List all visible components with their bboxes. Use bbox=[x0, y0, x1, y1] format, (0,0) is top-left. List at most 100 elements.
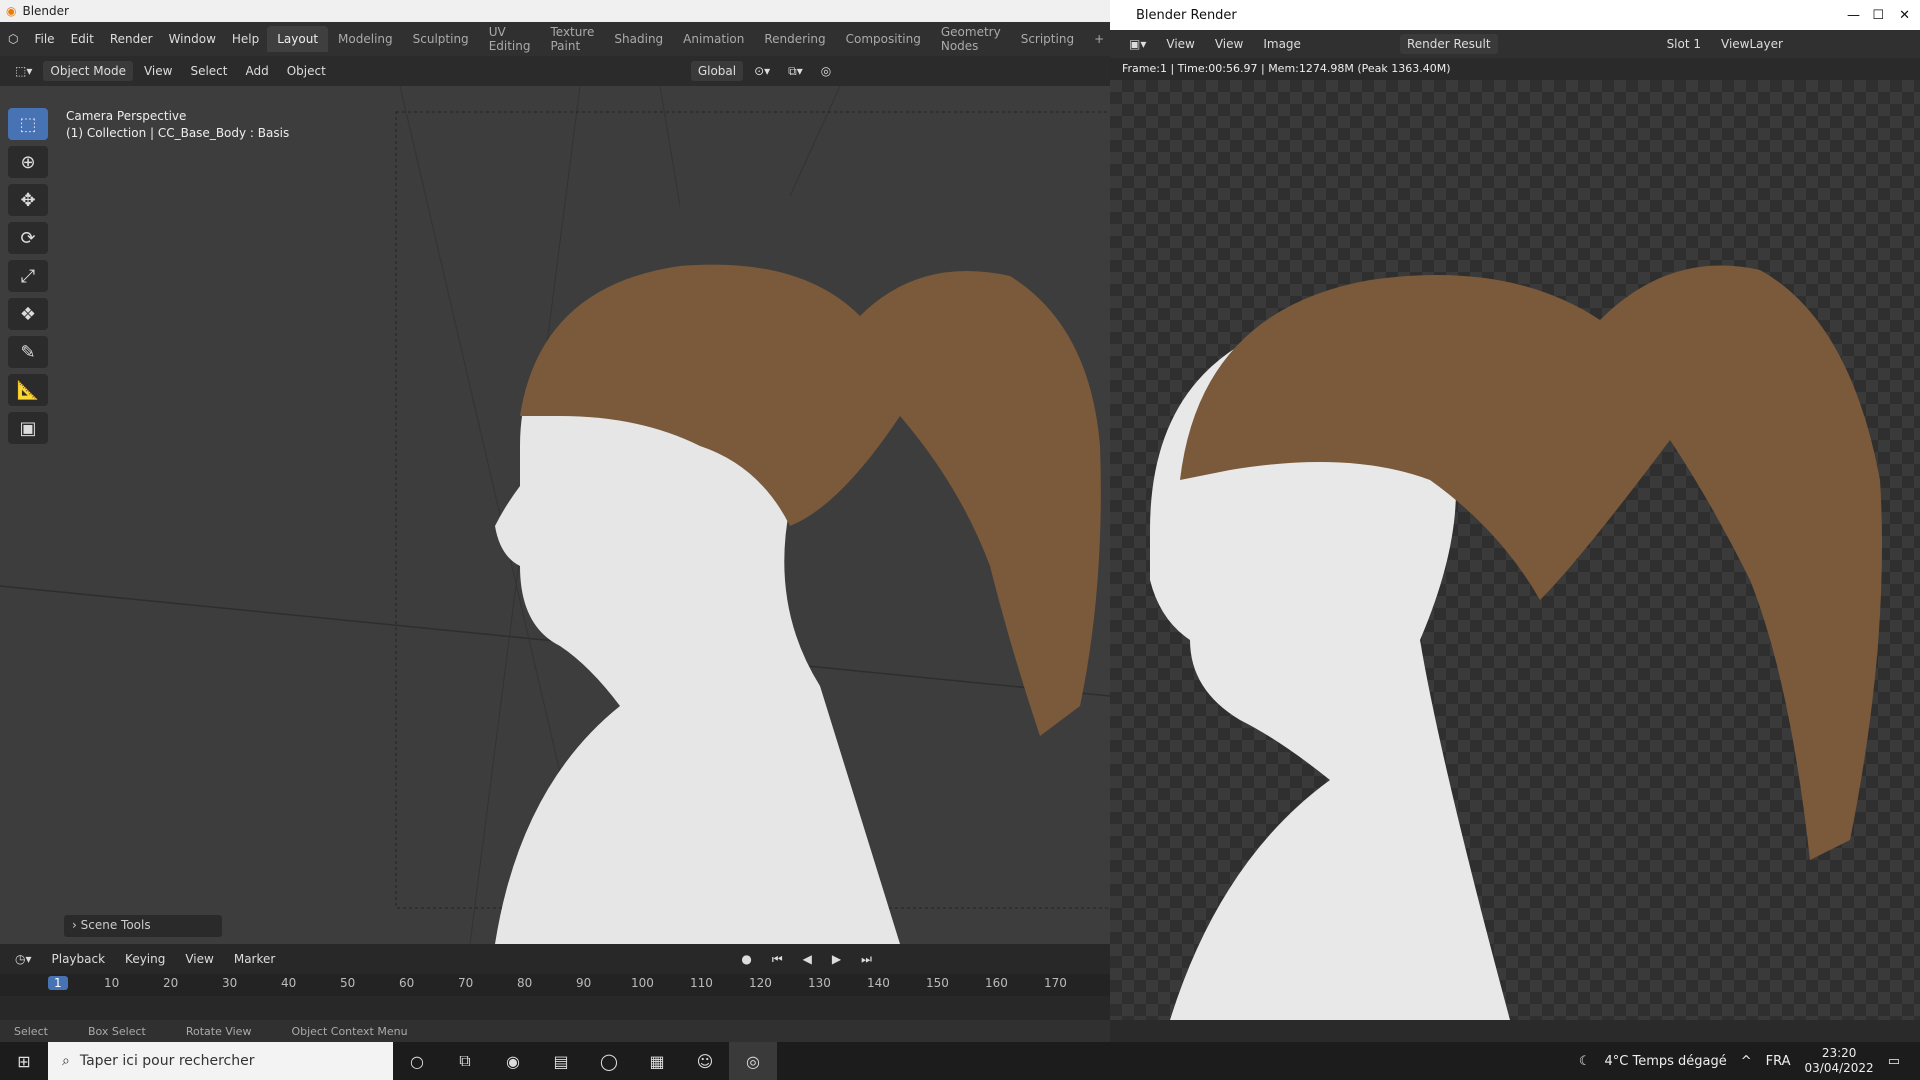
play-icon[interactable]: ▶ bbox=[825, 949, 848, 969]
tab-animation[interactable]: Animation bbox=[673, 26, 754, 52]
snap-icon[interactable]: ⧉▾ bbox=[781, 61, 810, 82]
menu-timeline-view[interactable]: View bbox=[178, 949, 220, 969]
play-reverse-icon[interactable]: ◀ bbox=[796, 949, 819, 969]
jump-end-icon[interactable]: ⏭ bbox=[854, 949, 879, 970]
tab-compositing[interactable]: Compositing bbox=[836, 26, 931, 52]
taskbar-search[interactable]: ⌕ Taper ici pour rechercher bbox=[48, 1042, 393, 1080]
frame-tick: 50 bbox=[340, 976, 356, 990]
proportional-icon[interactable]: ◎ bbox=[814, 61, 838, 81]
app-title: Blender bbox=[22, 4, 69, 18]
weather-text[interactable]: 4°C Temps dégagé bbox=[1604, 1054, 1726, 1069]
task-view-icon[interactable]: ⧉ bbox=[441, 1042, 489, 1080]
rendered-character bbox=[1150, 265, 1882, 1020]
menu-add[interactable]: Add bbox=[238, 61, 275, 81]
render-menu-view[interactable]: View bbox=[1208, 34, 1250, 54]
maximize-icon[interactable]: ☐ bbox=[1872, 8, 1884, 23]
cursor-icon[interactable]: ⊕ bbox=[8, 146, 48, 178]
tab-uv-editing[interactable]: UV Editing bbox=[479, 19, 541, 59]
status-context-menu: Object Context Menu bbox=[291, 1024, 408, 1038]
close-icon[interactable]: ✕ bbox=[1899, 8, 1910, 23]
top-menubar: ⬡ File Edit Render Window Help Layout Mo… bbox=[0, 22, 1110, 56]
status-bar: Select Box Select Rotate View Object Con… bbox=[0, 1020, 1110, 1042]
measure-icon[interactable]: 📐 bbox=[8, 374, 48, 406]
camera-label: Camera Perspective bbox=[66, 109, 187, 123]
scene-tools-panel[interactable]: › Scene Tools bbox=[64, 915, 222, 937]
menu-keying[interactable]: Keying bbox=[118, 949, 172, 969]
render-header: ▣▾ View View Image Render Result Slot 1 … bbox=[1110, 30, 1920, 58]
menu-render[interactable]: Render bbox=[102, 32, 161, 46]
tab-geometry-nodes[interactable]: Geometry Nodes bbox=[931, 19, 1011, 59]
image-name-field[interactable]: Render Result bbox=[1399, 34, 1498, 54]
frame-tick: 20 bbox=[163, 976, 179, 990]
tool-shelf: ⬚ ⊕ ✥ ⟳ ⤢ ❖ ✎ 📐 ▣ bbox=[8, 108, 48, 444]
editor-type-icon[interactable]: ⬡ bbox=[0, 32, 26, 46]
tab-layout[interactable]: Layout bbox=[267, 26, 329, 52]
menu-view[interactable]: View bbox=[137, 61, 179, 81]
menu-playback[interactable]: Playback bbox=[45, 949, 113, 969]
clock[interactable]: 23:20 03/04/2022 bbox=[1805, 1046, 1874, 1076]
jump-start-icon[interactable]: ⏮ bbox=[765, 949, 790, 970]
render-view-dropdown[interactable]: View bbox=[1159, 34, 1201, 54]
menu-select[interactable]: Select bbox=[183, 61, 234, 81]
status-box-select: Box Select bbox=[87, 1024, 146, 1038]
frame-ruler[interactable]: 1 10 20 30 40 50 60 70 80 90 100 110 120… bbox=[0, 974, 1110, 996]
3d-viewport[interactable] bbox=[0, 86, 1110, 944]
opera-icon[interactable]: ◯ bbox=[585, 1042, 633, 1080]
render-image[interactable] bbox=[1110, 80, 1920, 1020]
frame-tick: 60 bbox=[399, 976, 415, 990]
mode-dropdown[interactable]: Object Mode bbox=[43, 61, 133, 81]
clock-icon[interactable]: ◷▾ bbox=[8, 949, 39, 969]
status-select: Select bbox=[14, 1024, 48, 1038]
rotate-icon[interactable]: ⟳ bbox=[8, 222, 48, 254]
image-editor-icon[interactable]: ▣▾ bbox=[1122, 34, 1153, 54]
tab-sculpting[interactable]: Sculpting bbox=[403, 26, 479, 52]
notification-icon[interactable]: ▭ bbox=[1888, 1054, 1900, 1069]
move-icon[interactable]: ✥ bbox=[8, 184, 48, 216]
menu-edit[interactable]: Edit bbox=[63, 32, 102, 46]
menu-object[interactable]: Object bbox=[280, 61, 333, 81]
annotate-icon[interactable]: ✎ bbox=[8, 336, 48, 368]
menu-marker[interactable]: Marker bbox=[227, 949, 282, 969]
tab-shading[interactable]: Shading bbox=[604, 26, 673, 52]
frame-tick: 130 bbox=[808, 976, 831, 990]
app-icon[interactable]: ▦ bbox=[633, 1042, 681, 1080]
language-indicator[interactable]: FRA bbox=[1766, 1054, 1791, 1069]
minimize-icon[interactable]: — bbox=[1847, 8, 1860, 23]
transform-icon[interactable]: ❖ bbox=[8, 298, 48, 330]
orientation-dropdown[interactable]: Global bbox=[690, 61, 744, 81]
viewport-overlay-text: Camera Perspective (1) Collection | CC_B… bbox=[66, 108, 289, 142]
frame-tick: 120 bbox=[749, 976, 772, 990]
tab-scripting[interactable]: Scripting bbox=[1011, 26, 1084, 52]
select-box-icon[interactable]: ⬚ bbox=[8, 108, 48, 140]
frame-tick: 110 bbox=[690, 976, 713, 990]
tab-modeling[interactable]: Modeling bbox=[328, 26, 403, 52]
pivot-icon[interactable]: ⊙▾ bbox=[747, 61, 777, 81]
menu-file[interactable]: File bbox=[26, 32, 62, 46]
frame-tick: 100 bbox=[631, 976, 654, 990]
record-icon[interactable]: ● bbox=[734, 949, 758, 969]
add-cube-icon[interactable]: ▣ bbox=[8, 412, 48, 444]
slot-dropdown[interactable]: Slot 1 bbox=[1660, 34, 1708, 54]
chevron-up-icon[interactable]: ^ bbox=[1741, 1054, 1752, 1069]
editor-type-icon[interactable]: ⬚▾ bbox=[8, 61, 39, 81]
file-explorer-icon[interactable]: ▤ bbox=[537, 1042, 585, 1080]
scale-icon[interactable]: ⤢ bbox=[8, 260, 48, 292]
tab-rendering[interactable]: Rendering bbox=[754, 26, 835, 52]
chrome-icon[interactable]: ◉ bbox=[489, 1042, 537, 1080]
viewport-header: ⬚▾ Object Mode View Select Add Object Gl… bbox=[0, 56, 1110, 86]
viewport-scene bbox=[0, 86, 1110, 944]
current-frame-badge[interactable]: 1 bbox=[48, 976, 68, 990]
viewlayer-dropdown[interactable]: ViewLayer bbox=[1714, 34, 1790, 54]
blender-icon[interactable]: ◎ bbox=[729, 1042, 777, 1080]
windows-start-icon[interactable]: ⊞ bbox=[0, 1042, 48, 1080]
system-tray: ☾ 4°C Temps dégagé ^ FRA 23:20 03/04/202… bbox=[1579, 1042, 1920, 1080]
frame-tick: 10 bbox=[104, 976, 120, 990]
frame-tick: 160 bbox=[985, 976, 1008, 990]
discord-icon[interactable]: ☺ bbox=[681, 1042, 729, 1080]
render-menu-image[interactable]: Image bbox=[1256, 34, 1308, 54]
menu-window[interactable]: Window bbox=[161, 32, 224, 46]
menu-help[interactable]: Help bbox=[224, 32, 267, 46]
tab-texture-paint[interactable]: Texture Paint bbox=[540, 19, 604, 59]
render-info: Frame:1 | Time:00:56.97 | Mem:1274.98M (… bbox=[1122, 62, 1451, 75]
cortana-icon[interactable]: ○ bbox=[393, 1042, 441, 1080]
